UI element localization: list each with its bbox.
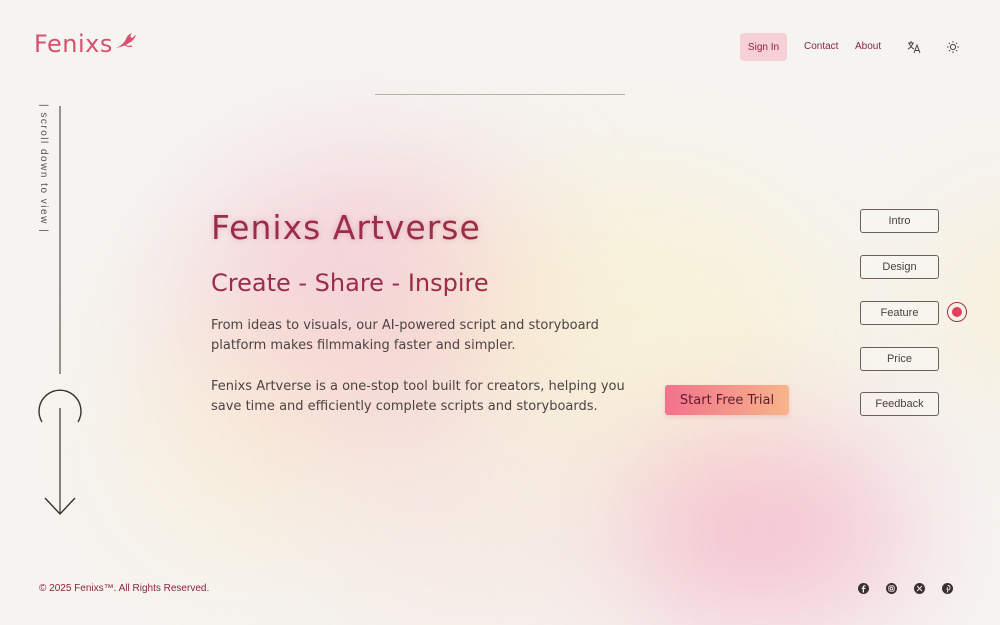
section-nav-feedback[interactable]: Feedback: [860, 392, 939, 416]
translate-icon[interactable]: [907, 40, 921, 54]
brand-name: Fenixs: [34, 30, 113, 58]
hero-description-2: Fenixs Artverse is a one-stop tool built…: [211, 379, 625, 414]
hero-description-1: From ideas to visuals, our AI-powered sc…: [211, 318, 599, 353]
hero-subtitle: Create - Share - Inspire: [211, 269, 489, 297]
section-nav-price[interactable]: Price: [860, 347, 939, 371]
instagram-icon[interactable]: [886, 583, 897, 594]
scroll-down-arrow-icon[interactable]: [36, 106, 86, 518]
nav-about-link[interactable]: About: [855, 41, 881, 52]
copyright-text: © 2025 Fenixs™. All Rights Reserved.: [39, 583, 210, 594]
active-section-indicator: [947, 302, 967, 322]
phoenix-bird-icon: [115, 33, 136, 48]
section-nav-design[interactable]: Design: [860, 255, 939, 279]
hero-title: Fenixs Artverse: [211, 208, 481, 247]
brand-logo[interactable]: Fenixs: [34, 30, 137, 58]
sun-icon[interactable]: [946, 40, 960, 54]
sign-in-button[interactable]: Sign In: [740, 33, 787, 61]
x-icon[interactable]: [914, 583, 925, 594]
hero-section: Fenixs Artverse Create - Share - Inspire…: [211, 208, 625, 414]
top-nav: Sign In Contact About: [740, 33, 959, 61]
header-divider: [375, 94, 625, 95]
section-nav-intro[interactable]: Intro: [860, 209, 939, 233]
pinterest-icon[interactable]: [942, 583, 953, 594]
start-free-trial-button[interactable]: Start Free Trial: [665, 385, 789, 415]
facebook-icon[interactable]: [858, 583, 869, 594]
nav-contact-link[interactable]: Contact: [804, 41, 838, 52]
section-nav-feature[interactable]: Feature: [860, 301, 939, 325]
